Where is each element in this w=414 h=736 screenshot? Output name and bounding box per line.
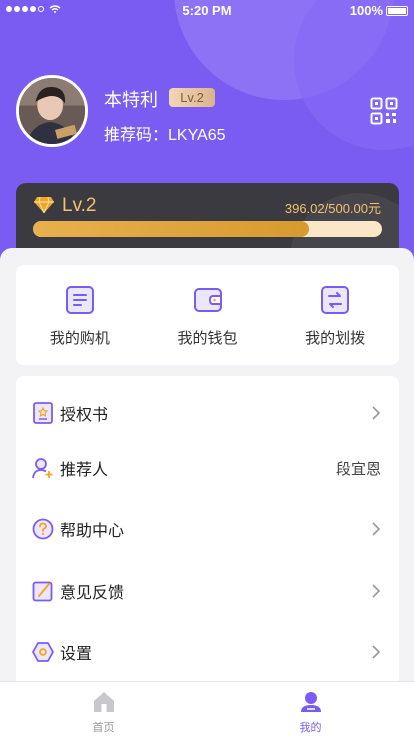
- bottom-tab-bar: 首页 我的: [0, 681, 414, 736]
- tab-profile[interactable]: 我的: [207, 682, 414, 736]
- menu-item-referrer[interactable]: 推荐人 段宜恩: [16, 448, 399, 488]
- my-wallet-button[interactable]: 我的钱包: [144, 265, 272, 365]
- quick-actions-card: 我的购机 我的钱包 我的划拨: [16, 265, 399, 365]
- user-add-icon: [32, 458, 53, 479]
- status-bar: 5:20 PM 100%: [0, 0, 414, 20]
- level-progress-text: 396.02/500.00元: [284, 201, 381, 216]
- avatar[interactable]: [16, 75, 88, 147]
- quick-action-label: 我的钱包: [177, 330, 238, 347]
- menu-item-help-center[interactable]: 帮助中心: [16, 509, 399, 549]
- tab-label: 首页: [92, 722, 115, 734]
- wallet-icon: [193, 288, 222, 312]
- battery-icon: [386, 5, 408, 16]
- help-icon: [32, 518, 54, 540]
- user-name: 本特利: [104, 90, 158, 110]
- settings-icon: [32, 642, 54, 662]
- diamond-icon: [34, 196, 54, 214]
- level-label: Lv.2: [62, 195, 97, 216]
- avatar-image: [19, 78, 85, 144]
- level-badge: Lv.2: [169, 88, 215, 107]
- tab-label: 我的: [299, 722, 322, 734]
- battery-percent: 100%: [349, 3, 383, 18]
- chevron-right-icon: [372, 522, 381, 536]
- menu-item-label: 意见反馈: [60, 585, 125, 602]
- qr-code-icon[interactable]: [370, 97, 398, 125]
- transfer-icon: [321, 286, 350, 314]
- certificate-icon: [33, 402, 53, 424]
- my-transfer-button[interactable]: 我的划拨: [271, 265, 399, 365]
- referrer-name: 段宜恩: [335, 460, 381, 478]
- level-progress-bar: [33, 221, 382, 237]
- profile-icon: [300, 692, 321, 712]
- quick-action-label: 我的购机: [49, 330, 110, 347]
- my-purchase-button[interactable]: 我的购机: [16, 265, 144, 365]
- chevron-right-icon: [372, 584, 381, 598]
- menu-item-authorization[interactable]: 授权书: [16, 393, 399, 433]
- header-decoration: [294, 0, 414, 150]
- menu-item-feedback[interactable]: 意见反馈: [16, 571, 399, 611]
- feedback-icon: [32, 581, 53, 602]
- menu-item-label: 授权书: [60, 407, 109, 424]
- chevron-right-icon: [372, 645, 381, 659]
- battery-indicator: 100%: [350, 3, 408, 18]
- menu-item-label: 推荐人: [60, 462, 109, 479]
- quick-action-label: 我的划拨: [305, 330, 366, 347]
- level-progress-fill: [33, 221, 310, 237]
- chevron-right-icon: [372, 406, 381, 420]
- menu-item-label: 设置: [60, 646, 93, 663]
- referral-code: 推荐码：LKYA65: [104, 127, 226, 144]
- document-icon: [65, 286, 94, 314]
- menu-item-settings[interactable]: 设置: [16, 632, 399, 672]
- menu-item-label: 帮助中心: [60, 523, 125, 540]
- settings-menu: 授权书 推荐人 段宜恩 帮助中心 意见反馈 设置: [16, 376, 399, 681]
- home-icon: [93, 692, 114, 712]
- tab-home[interactable]: 首页: [0, 682, 207, 736]
